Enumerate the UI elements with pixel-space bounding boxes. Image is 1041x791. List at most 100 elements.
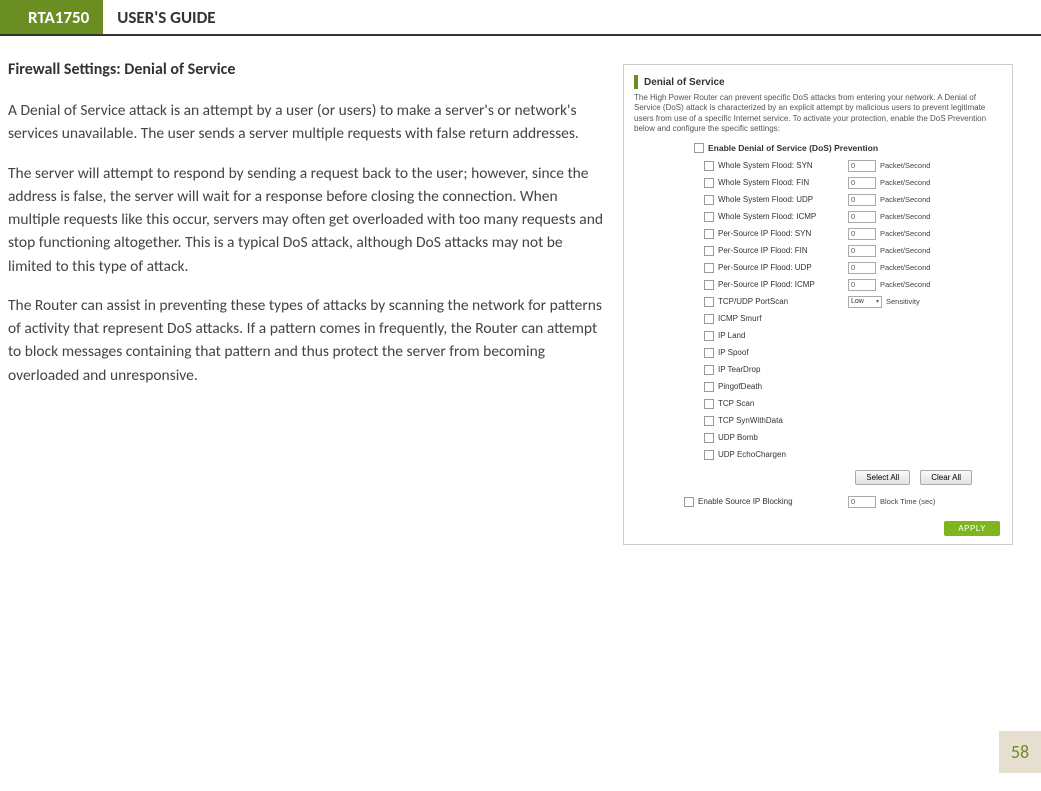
page-title: Firewall Settings: Denial of Service bbox=[8, 60, 605, 79]
text-column: Firewall Settings: Denial of Service A D… bbox=[8, 60, 605, 545]
row-unit: Packet/Second bbox=[880, 195, 930, 204]
checkbox-icon[interactable] bbox=[694, 143, 704, 153]
dos-option-row: Per-Source IP Flood: UDP0 Packet/Second bbox=[634, 261, 1002, 275]
row-unit: Packet/Second bbox=[880, 280, 930, 289]
screenshot-figure: Denial of Service The High Power Router … bbox=[623, 64, 1013, 545]
dos-option-row: Per-Source IP Flood: ICMP0 Packet/Second bbox=[634, 278, 1002, 292]
row-unit: Packet/Second bbox=[880, 178, 930, 187]
value-input[interactable]: 0 bbox=[848, 160, 876, 172]
value-input[interactable]: 0 bbox=[848, 211, 876, 223]
dos-option-row: Whole System Flood: ICMP0 Packet/Second bbox=[634, 210, 1002, 224]
value-input[interactable]: 0 bbox=[848, 228, 876, 240]
paragraph: A Denial of Service attack is an attempt… bbox=[8, 99, 605, 146]
dos-option-row: Whole System Flood: FIN0 Packet/Second bbox=[634, 176, 1002, 190]
value-input[interactable]: 0 bbox=[848, 177, 876, 189]
apply-button[interactable]: APPLY bbox=[944, 521, 1000, 536]
dos-option-row: ICMP Smurf bbox=[634, 312, 1002, 326]
checkbox-icon[interactable] bbox=[704, 229, 714, 239]
checkbox-icon[interactable] bbox=[704, 178, 714, 188]
row-label: Whole System Flood: SYN bbox=[718, 161, 848, 170]
row-unit: Block Time (sec) bbox=[880, 497, 935, 506]
row-label: UDP EchoChargen bbox=[718, 450, 848, 459]
row-label: TCP/UDP PortScan bbox=[718, 297, 848, 306]
checkbox-icon[interactable] bbox=[704, 348, 714, 358]
value-input[interactable]: 0 bbox=[848, 194, 876, 206]
value-input[interactable]: 0 bbox=[848, 279, 876, 291]
checkbox-icon[interactable] bbox=[704, 416, 714, 426]
dos-option-row: UDP Bomb bbox=[634, 431, 1002, 445]
master-enable-label: Enable Denial of Service (DoS) Preventio… bbox=[708, 143, 878, 153]
dos-option-row: Whole System Flood: UDP0 Packet/Second bbox=[634, 193, 1002, 207]
row-label: Whole System Flood: ICMP bbox=[718, 212, 848, 221]
checkbox-icon[interactable] bbox=[704, 212, 714, 222]
clear-all-button[interactable]: Clear All bbox=[920, 470, 972, 485]
sensitivity-select[interactable]: Low ▾ bbox=[848, 296, 882, 308]
row-unit: Packet/Second bbox=[880, 229, 930, 238]
master-enable-row[interactable]: Enable Denial of Service (DoS) Preventio… bbox=[694, 143, 1002, 153]
row-label: Whole System Flood: UDP bbox=[718, 195, 848, 204]
paragraph: The server will attempt to respond by se… bbox=[8, 162, 605, 278]
row-label: UDP Bomb bbox=[718, 433, 848, 442]
row-label: Whole System Flood: FIN bbox=[718, 178, 848, 187]
checkbox-icon[interactable] bbox=[704, 280, 714, 290]
checkbox-icon[interactable] bbox=[704, 365, 714, 375]
checkbox-icon[interactable] bbox=[704, 433, 714, 443]
row-label: TCP SynWithData bbox=[718, 416, 848, 425]
checkbox-icon[interactable] bbox=[704, 161, 714, 171]
checkbox-icon[interactable] bbox=[704, 195, 714, 205]
page-number-badge: 58 bbox=[999, 731, 1041, 773]
row-label: Per-Source IP Flood: ICMP bbox=[718, 280, 848, 289]
dos-option-row: Per-Source IP Flood: FIN0 Packet/Second bbox=[634, 244, 1002, 258]
source-ip-block-row: Enable Source IP Blocking 0 Block Time (… bbox=[634, 495, 1002, 509]
guide-title: USER'S GUIDE bbox=[103, 0, 229, 34]
row-label: Per-Source IP Flood: SYN bbox=[718, 229, 848, 238]
checkbox-icon[interactable] bbox=[704, 331, 714, 341]
select-clear-row: Select All Clear All bbox=[634, 470, 972, 485]
row-label: IP TearDrop bbox=[718, 365, 848, 374]
doc-header: RTA1750 USER'S GUIDE bbox=[0, 0, 1041, 36]
row-label: TCP Scan bbox=[718, 399, 848, 408]
dos-option-row: IP Spoof bbox=[634, 346, 1002, 360]
paragraph: The Router can assist in preventing thes… bbox=[8, 294, 605, 387]
row-unit: Sensitivity bbox=[886, 297, 920, 306]
row-label: Per-Source IP Flood: FIN bbox=[718, 246, 848, 255]
row-unit: Packet/Second bbox=[880, 212, 930, 221]
row-label: PingofDeath bbox=[718, 382, 848, 391]
model-badge: RTA1750 bbox=[14, 0, 103, 34]
checkbox-icon[interactable] bbox=[704, 382, 714, 392]
row-label: ICMP Smurf bbox=[718, 314, 848, 323]
row-label: Enable Source IP Blocking bbox=[698, 497, 848, 506]
row-unit: Packet/Second bbox=[880, 263, 930, 272]
checkbox-icon[interactable] bbox=[704, 314, 714, 324]
fig-description: The High Power Router can prevent specif… bbox=[634, 93, 1002, 135]
row-label: IP Land bbox=[718, 331, 848, 340]
portscan-row: TCP/UDP PortScan Low ▾ Sensitivity bbox=[634, 295, 1002, 309]
row-label: IP Spoof bbox=[718, 348, 848, 357]
apply-row: APPLY bbox=[634, 521, 1002, 536]
fig-section-header: Denial of Service bbox=[634, 75, 1002, 89]
dos-option-row: UDP EchoChargen bbox=[634, 448, 1002, 462]
dos-option-row: TCP SynWithData bbox=[634, 414, 1002, 428]
checkbox-icon[interactable] bbox=[684, 497, 694, 507]
row-label: Per-Source IP Flood: UDP bbox=[718, 263, 848, 272]
content-area: Firewall Settings: Denial of Service A D… bbox=[0, 36, 1041, 545]
checkbox-icon[interactable] bbox=[704, 263, 714, 273]
dos-option-row: Whole System Flood: SYN0 Packet/Second bbox=[634, 159, 1002, 173]
dos-option-row: IP Land bbox=[634, 329, 1002, 343]
select-all-button[interactable]: Select All bbox=[855, 470, 910, 485]
checkbox-icon[interactable] bbox=[704, 450, 714, 460]
dos-option-row: Per-Source IP Flood: SYN0 Packet/Second bbox=[634, 227, 1002, 241]
checkbox-icon[interactable] bbox=[704, 246, 714, 256]
value-input[interactable]: 0 bbox=[848, 245, 876, 257]
row-unit: Packet/Second bbox=[880, 246, 930, 255]
accent-bar-icon bbox=[634, 75, 638, 89]
checkbox-icon[interactable] bbox=[704, 399, 714, 409]
value-input[interactable]: 0 bbox=[848, 262, 876, 274]
dos-option-row: IP TearDrop bbox=[634, 363, 1002, 377]
dos-option-row: TCP Scan bbox=[634, 397, 1002, 411]
header-accent bbox=[0, 0, 14, 34]
checkbox-icon[interactable] bbox=[704, 297, 714, 307]
row-unit: Packet/Second bbox=[880, 161, 930, 170]
value-input[interactable]: 0 bbox=[848, 496, 876, 508]
select-value: Low bbox=[851, 298, 864, 305]
